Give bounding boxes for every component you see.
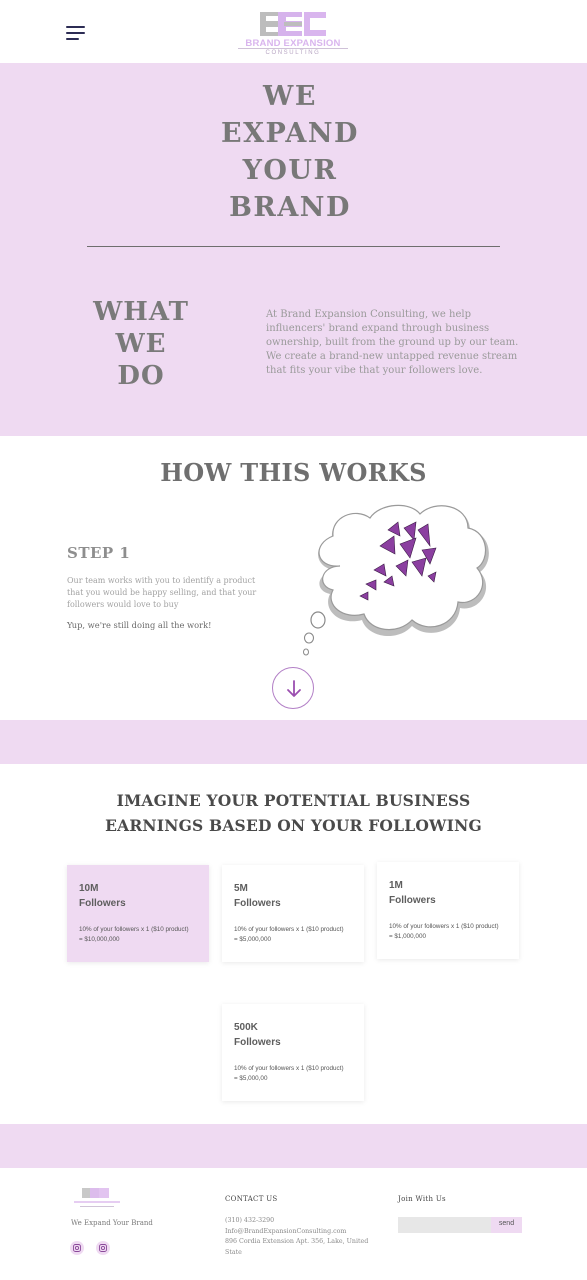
hero-divider — [87, 246, 500, 247]
send-button[interactable]: send — [491, 1217, 522, 1233]
thought-cloud-butterflies-illustration — [303, 504, 489, 656]
footer-logo-icon[interactable] — [72, 1188, 122, 1210]
instagram-link[interactable] — [96, 1241, 110, 1255]
hero-title: WE EXPAND YOUR BRAND — [221, 81, 359, 223]
card-label: Followers — [389, 895, 436, 906]
card-amount: 500K — [234, 1022, 258, 1033]
earnings-card-1m[interactable]: 1M Followers 10% of your followers x 1 (… — [377, 862, 519, 959]
card-calculation: 10% of your followers x 1 ($10 product) … — [234, 1065, 344, 1082]
earnings-card-5m[interactable]: 5M Followers 10% of your followers x 1 (… — [222, 865, 364, 962]
step-note: Yup, we're still doing all the work! — [67, 620, 212, 630]
scroll-down-button[interactable] — [272, 667, 314, 709]
lavender-band — [0, 1124, 587, 1168]
card-label: Followers — [234, 1037, 281, 1048]
logo-mark-icon — [260, 12, 326, 36]
card-amount: 10M — [79, 883, 99, 894]
card-amount: 5M — [234, 883, 248, 894]
card-amount: 1M — [389, 880, 403, 891]
instagram-link[interactable] — [70, 1241, 84, 1255]
earnings-card-500k[interactable]: 500K Followers 10% of your followers x 1… — [222, 1004, 364, 1101]
arrow-down-icon — [287, 680, 301, 697]
card-calculation: 10% of your followers x 1 ($10 product) … — [79, 926, 189, 943]
site-header: BRAND EXPANSION CONSULTING — [0, 0, 587, 63]
card-calculation: 10% of your followers x 1 ($10 product) … — [234, 926, 344, 943]
join-heading: Join With Us — [398, 1195, 446, 1203]
instagram-icon — [99, 1244, 107, 1252]
logo-subtitle: CONSULTING — [238, 48, 348, 56]
contact-heading: CONTACT US — [225, 1195, 278, 1203]
hamburger-menu-icon[interactable] — [66, 26, 86, 40]
earnings-title: IMAGINE YOUR POTENTIAL BUSINESS EARNINGS… — [105, 791, 482, 835]
card-label: Followers — [234, 898, 281, 909]
step-title: STEP 1 — [67, 544, 131, 562]
contact-details: (310) 432-3290 Info@BrandExpansionConsul… — [225, 1216, 385, 1258]
card-calculation: 10% of your followers x 1 ($10 product) … — [389, 923, 499, 940]
how-this-works-title: HOW THIS WORKS — [160, 458, 427, 487]
step-description: Our team works with you to identify a pr… — [67, 576, 257, 609]
footer-tagline: We Expand Your Brand — [71, 1219, 153, 1227]
newsletter-email-input[interactable] — [398, 1217, 491, 1233]
lavender-band — [0, 720, 587, 764]
site-footer: We Expand Your Brand CONTACT US (310) 43… — [2, 1168, 587, 1280]
hero-section: WE EXPAND YOUR BRAND WHAT WE DO At Brand… — [0, 63, 587, 436]
contact-email[interactable]: Info@BrandExpansionConsulting.com — [225, 1227, 385, 1238]
earnings-card-10m[interactable]: 10M Followers 10% of your followers x 1 … — [67, 865, 209, 962]
instagram-icon — [73, 1244, 81, 1252]
what-we-do-title: WHAT WE DO — [93, 297, 189, 391]
what-we-do-text: At Brand Expansion Consulting, we help i… — [266, 309, 519, 376]
contact-address: 896 Cordia Extension Apt. 356, Lake, Uni… — [225, 1238, 369, 1256]
card-label: Followers — [79, 898, 126, 909]
contact-phone[interactable]: (310) 432-3290 — [225, 1216, 385, 1227]
brand-logo[interactable]: BRAND EXPANSION CONSULTING — [238, 10, 348, 56]
